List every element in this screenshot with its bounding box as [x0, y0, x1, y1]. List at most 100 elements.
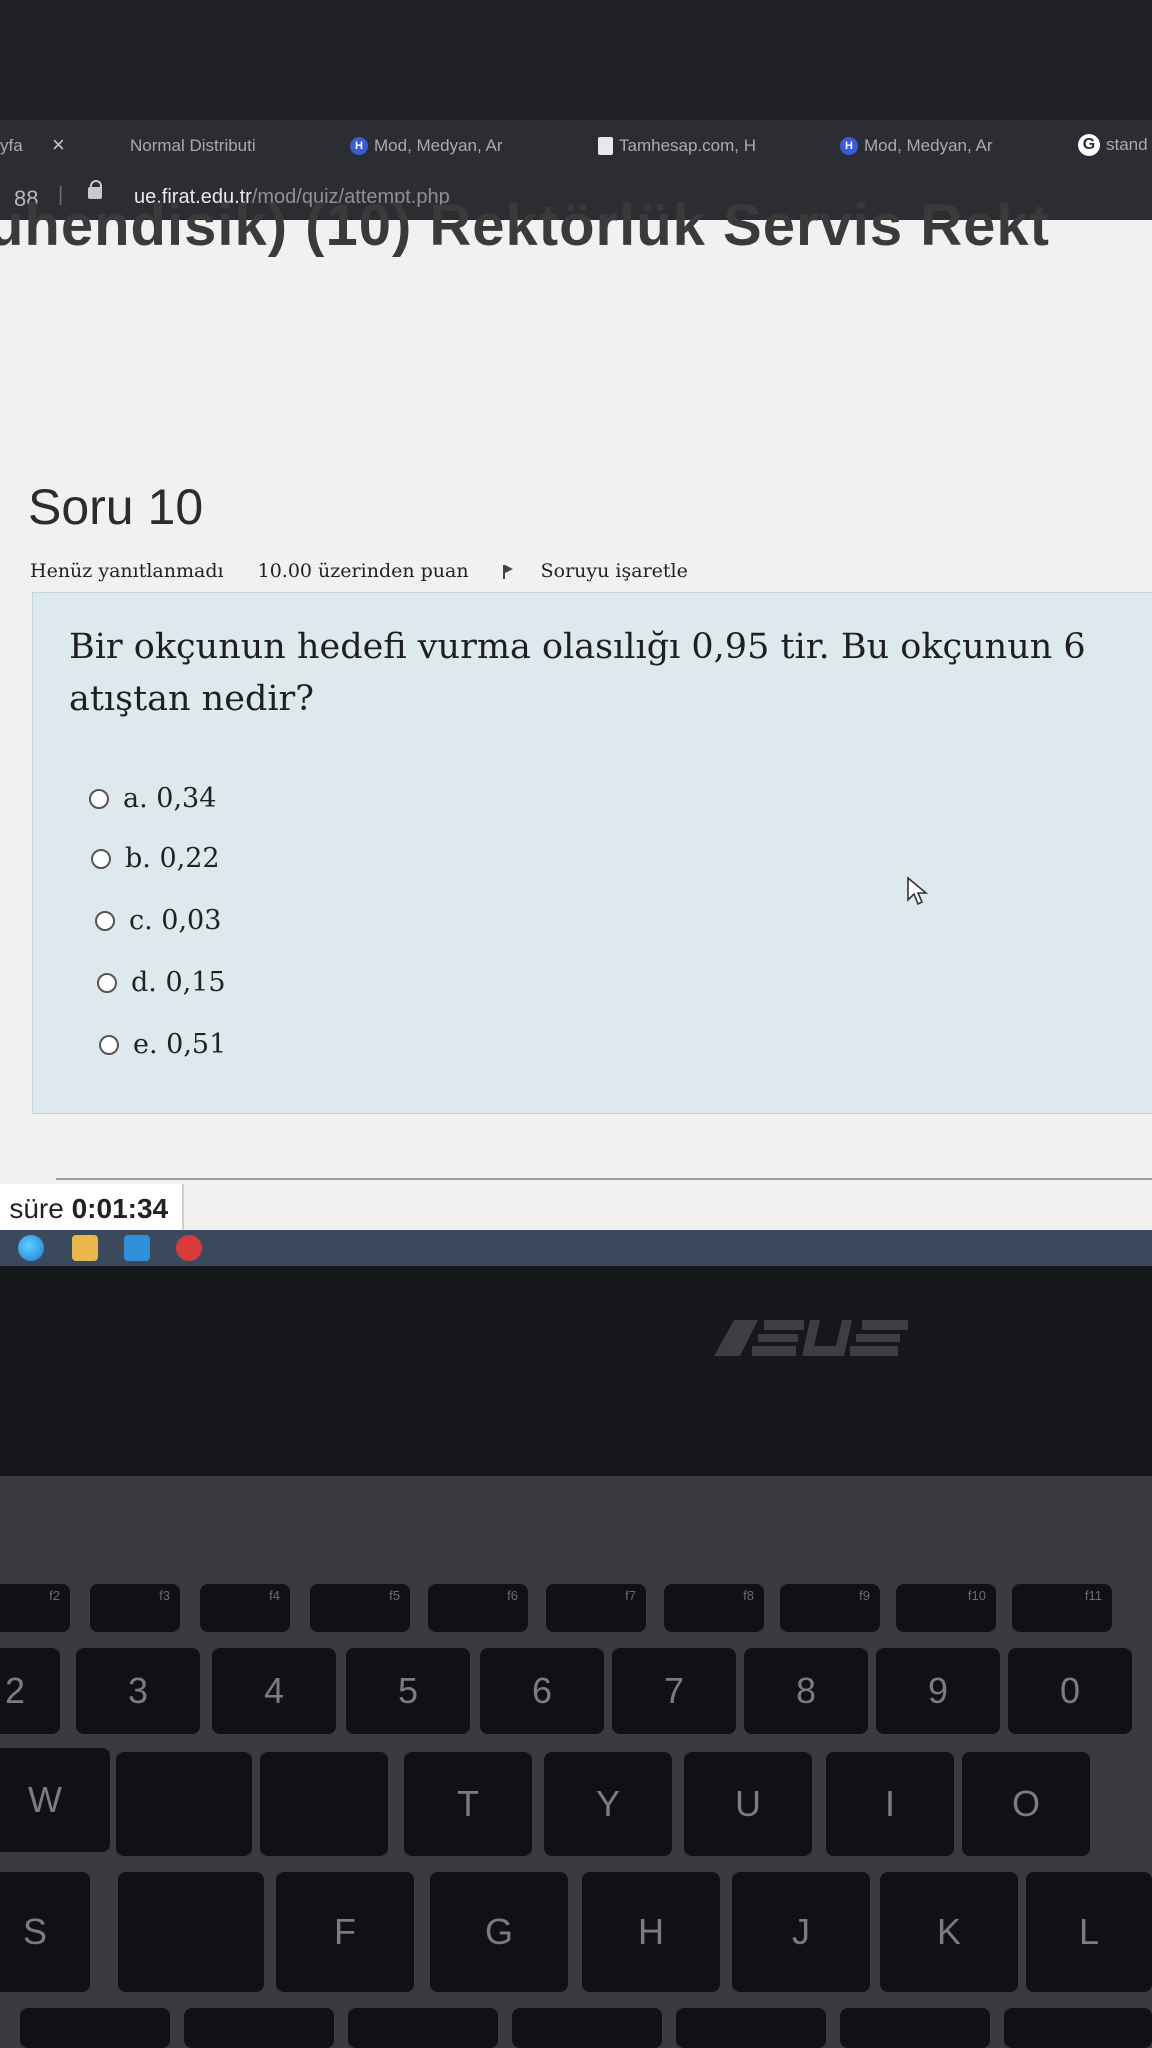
- edge-icon[interactable]: [18, 1235, 44, 1261]
- key-number[interactable]: 6: [480, 1648, 604, 1734]
- radio-button[interactable]: [95, 910, 115, 931]
- answer-label: e. 0,51: [133, 1029, 227, 1060]
- key-number[interactable]: 0: [1008, 1648, 1132, 1734]
- timer-prefix: n süre: [0, 1193, 64, 1224]
- radio-button[interactable]: [97, 972, 117, 993]
- key-fn[interactable]: f2: [0, 1584, 70, 1632]
- opera-icon[interactable]: [176, 1235, 202, 1261]
- keyboard-deck: f2 f3 f4 f5 f6 f7 f8 f9 f10 f11 2 3 4 5 …: [0, 1476, 1152, 2048]
- answer-label: c. 0,03: [129, 905, 222, 936]
- h-icon: H: [840, 137, 858, 155]
- taskbar: [0, 1230, 1152, 1266]
- question-number: Soru 10: [28, 479, 204, 535]
- key-letter[interactable]: Y: [544, 1752, 672, 1856]
- key-letter[interactable]: [116, 1752, 252, 1856]
- quiz-page: uhendisik) (10) Rektörlük Servis Rekt So…: [0, 193, 1152, 1234]
- answer-option-e[interactable]: e. 0,51: [99, 1029, 226, 1060]
- key-fn[interactable]: f10: [896, 1584, 996, 1632]
- answer-label: a. 0,34: [123, 783, 217, 814]
- question-meta: Henüz yanıtlanmadı 10.00 üzerinden puan …: [30, 560, 744, 582]
- key-fn[interactable]: f6: [428, 1584, 528, 1632]
- key-number[interactable]: 2: [0, 1648, 60, 1734]
- browser-tab-strip: yfa × Normal Distributi H Mod, Medyan, A…: [0, 120, 1152, 176]
- timer-display: n süre 0:01:34: [0, 1184, 185, 1234]
- browser-tab[interactable]: H Mod, Medyan, Ar: [840, 136, 993, 156]
- key-letter[interactable]: S: [0, 1872, 90, 1992]
- folder-icon[interactable]: [72, 1235, 98, 1261]
- key-bottom-row[interactable]: [1004, 2008, 1152, 2048]
- key-letter[interactable]: W: [0, 1748, 110, 1852]
- answer-label: b. 0,22: [125, 843, 220, 874]
- key-number[interactable]: 4: [212, 1648, 336, 1734]
- tab-label: Mod, Medyan, Ar: [864, 136, 993, 155]
- question-points: 10.00 üzerinden puan: [257, 560, 469, 582]
- tab-label: Mod, Medyan, Ar: [374, 136, 503, 155]
- key-fn[interactable]: f3: [90, 1584, 180, 1632]
- key-letter[interactable]: L: [1026, 1872, 1152, 1992]
- asus-logo: [714, 1320, 908, 1356]
- flag-icon: [502, 565, 513, 579]
- divider: [56, 1178, 1152, 1180]
- key-bottom-row[interactable]: [184, 2008, 334, 2048]
- close-icon[interactable]: ×: [52, 132, 65, 158]
- browser-tab[interactable]: Tamhesap.com, H: [598, 136, 756, 156]
- key-fn[interactable]: f8: [664, 1584, 764, 1632]
- key-letter[interactable]: F: [276, 1872, 414, 1992]
- key-bottom-row[interactable]: [676, 2008, 826, 2048]
- g-icon: G: [1078, 134, 1100, 156]
- key-fn[interactable]: f9: [780, 1584, 880, 1632]
- key-bottom-row[interactable]: [20, 2008, 170, 2048]
- answer-option-c[interactable]: c. 0,03: [95, 905, 221, 936]
- key-letter[interactable]: G: [430, 1872, 568, 1992]
- key-number[interactable]: 3: [76, 1648, 200, 1734]
- question-box: Bir okçunun hedefi vurma olasılığı 0,95 …: [32, 592, 1152, 1114]
- key-number[interactable]: 8: [744, 1648, 868, 1734]
- doc-icon: [598, 137, 613, 155]
- key-fn[interactable]: f11: [1012, 1584, 1112, 1632]
- key-letter[interactable]: J: [732, 1872, 870, 1992]
- key-number[interactable]: 7: [612, 1648, 736, 1734]
- flag-label: Soruyu işaretle: [540, 560, 688, 582]
- browser-tab[interactable]: Normal Distributi: [130, 136, 256, 156]
- key-letter[interactable]: I: [826, 1752, 954, 1856]
- mail-icon[interactable]: [124, 1235, 150, 1261]
- tab-label: Normal Distributi: [130, 136, 256, 155]
- browser-tab[interactable]: H Mod, Medyan, Ar: [350, 136, 503, 156]
- course-title: uhendisik) (10) Rektörlük Servis Rekt: [0, 193, 1050, 258]
- key-letter[interactable]: U: [684, 1752, 812, 1856]
- answer-label: d. 0,15: [131, 967, 226, 998]
- key-number[interactable]: 5: [346, 1648, 470, 1734]
- h-icon: H: [350, 137, 368, 155]
- tab-label: Tamhesap.com, H: [619, 136, 756, 155]
- radio-button[interactable]: [91, 848, 111, 869]
- key-letter[interactable]: O: [962, 1752, 1090, 1856]
- question-text: Bir okçunun hedefi vurma olasılığı 0,95 …: [69, 627, 1086, 719]
- timer-value: 0:01:34: [71, 1193, 169, 1224]
- key-letter[interactable]: [118, 1872, 264, 1992]
- key-letter[interactable]: [260, 1752, 388, 1856]
- key-letter[interactable]: H: [582, 1872, 720, 1992]
- flag-question-link[interactable]: Soruyu işaretle: [502, 560, 716, 582]
- browser-tab[interactable]: yfa: [0, 136, 23, 156]
- key-fn[interactable]: f4: [200, 1584, 290, 1632]
- answer-option-b[interactable]: b. 0,22: [91, 843, 220, 874]
- answer-option-a[interactable]: a. 0,34: [89, 783, 216, 814]
- answer-option-d[interactable]: d. 0,15: [97, 967, 226, 998]
- tab-label: yfa: [0, 136, 23, 155]
- key-letter[interactable]: K: [880, 1872, 1018, 1992]
- key-fn[interactable]: f7: [546, 1584, 646, 1632]
- mouse-cursor-icon: [907, 876, 928, 906]
- browser-tab[interactable]: G stand: [1078, 134, 1148, 156]
- key-number[interactable]: 9: [876, 1648, 1000, 1734]
- radio-button[interactable]: [89, 788, 109, 809]
- tab-label: stand: [1106, 135, 1148, 154]
- laptop-bezel-bottom: [0, 1266, 1152, 1476]
- key-bottom-row[interactable]: [512, 2008, 662, 2048]
- key-bottom-row[interactable]: [840, 2008, 990, 2048]
- key-letter[interactable]: T: [404, 1752, 532, 1856]
- radio-button[interactable]: [99, 1034, 119, 1055]
- question-status: Henüz yanıtlanmadı: [30, 560, 224, 582]
- screen-bezel-top: [0, 0, 1152, 120]
- key-fn[interactable]: f5: [310, 1584, 410, 1632]
- key-bottom-row[interactable]: [348, 2008, 498, 2048]
